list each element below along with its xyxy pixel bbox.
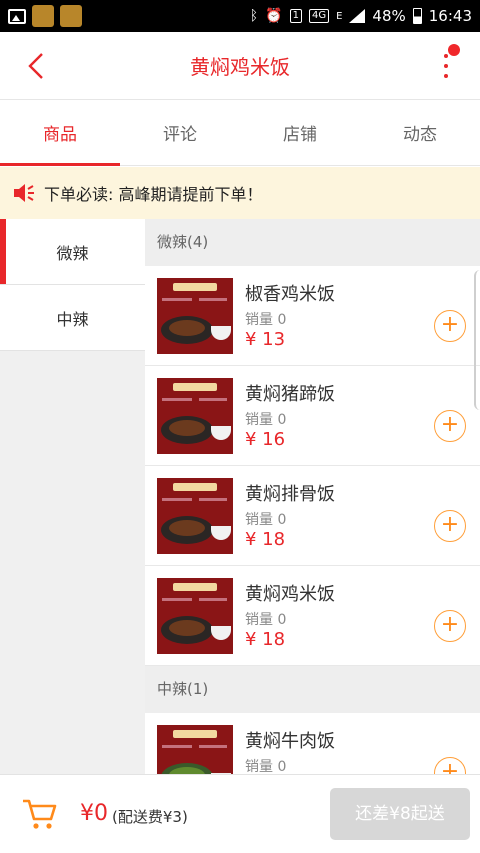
list-item[interactable]: 黄焖牛肉饭 销量 0 + <box>145 713 480 774</box>
app-header: 黄焖鸡米饭 <box>0 32 480 100</box>
tab-store[interactable]: 店铺 <box>240 100 360 165</box>
battery-icon <box>412 8 422 24</box>
clock: 16:43 <box>428 7 472 25</box>
tab-reviews[interactable]: 评论 <box>120 100 240 165</box>
alarm-icon: ⏰ <box>265 8 283 24</box>
list-item[interactable]: 黄焖排骨饭 销量 0 ¥ 18 + <box>145 466 480 566</box>
app-notification-icon <box>32 5 54 27</box>
product-sales: 销量 0 <box>245 612 287 628</box>
more-dot-icon <box>444 64 448 68</box>
gallery-icon <box>8 8 26 24</box>
product-name: 黄焖牛肉饭 <box>245 731 335 752</box>
product-list[interactable]: 微辣(4) 椒香鸡米饭 销量 0 ¥ 13 + 黄焖猪蹄饭 销量 0 ¥ 16 … <box>145 219 480 774</box>
add-to-cart-button[interactable]: + <box>434 757 466 774</box>
more-menu-button[interactable] <box>436 44 460 86</box>
product-sales: 销量 0 <box>245 412 287 428</box>
bluetooth-icon: ᛒ <box>249 8 259 24</box>
section-header: 中辣(1) <box>145 666 480 713</box>
add-to-cart-button[interactable]: + <box>434 410 466 442</box>
add-to-cart-button[interactable]: + <box>434 510 466 542</box>
notification-dot <box>448 44 460 56</box>
product-sales: 销量 0 <box>245 512 287 528</box>
cart-total: ¥0 <box>80 801 108 826</box>
product-price: ¥ 18 <box>245 629 286 650</box>
more-dot-icon <box>444 54 448 58</box>
section-header: 微辣(4) <box>145 219 480 266</box>
status-bar: ᛒ ⏰ 1 4G E 48% 16:43 <box>0 0 480 32</box>
product-price: ¥ 13 <box>245 329 286 350</box>
app-notification-icon-2 <box>60 5 82 27</box>
product-name: 黄焖排骨饭 <box>245 484 335 505</box>
more-dot-icon <box>444 74 448 78</box>
page-title: 黄焖鸡米饭 <box>190 55 290 79</box>
cart-bar: ¥0 (配送费¥3) 还差¥8起送 <box>0 774 480 853</box>
tab-bar: 商品 评论 店铺 动态 <box>0 100 480 166</box>
add-to-cart-button[interactable]: + <box>434 310 466 342</box>
list-item[interactable]: 椒香鸡米饭 销量 0 ¥ 13 + <box>145 266 480 366</box>
list-item[interactable]: 黄焖鸡米饭 销量 0 ¥ 18 + <box>145 566 480 666</box>
list-item[interactable]: 黄焖猪蹄饭 销量 0 ¥ 16 + <box>145 366 480 466</box>
data-indicator: E <box>336 10 343 22</box>
network-type-icon: 4G <box>308 9 330 23</box>
notice-banner: 下单必读: 高峰期请提前下单！ <box>0 167 480 219</box>
shopping-cart-icon[interactable] <box>22 797 58 831</box>
tab-updates[interactable]: 动态 <box>360 100 480 165</box>
category-sidebar: 微辣 中辣 <box>0 219 145 774</box>
product-name: 椒香鸡米饭 <box>245 284 335 305</box>
notice-text: 下单必读: 高峰期请提前下单！ <box>44 185 263 204</box>
product-image <box>157 478 233 554</box>
delivery-fee: (配送费¥3) <box>112 808 188 826</box>
product-sales: 销量 0 <box>245 759 287 774</box>
product-name: 黄焖鸡米饭 <box>245 584 335 605</box>
add-to-cart-button[interactable]: + <box>434 610 466 642</box>
product-image <box>157 725 233 774</box>
product-image <box>157 378 233 454</box>
product-name: 黄焖猪蹄饭 <box>245 384 335 405</box>
speaker-icon <box>14 184 34 202</box>
product-price: ¥ 18 <box>245 529 286 550</box>
product-image <box>157 578 233 654</box>
checkout-button[interactable]: 还差¥8起送 <box>330 788 470 840</box>
battery-percent: 48% <box>372 7 406 25</box>
back-arrow-icon[interactable] <box>22 50 54 82</box>
category-mild[interactable]: 微辣 <box>0 219 145 285</box>
signal-icon <box>349 9 366 23</box>
category-medium[interactable]: 中辣 <box>0 285 145 351</box>
product-image <box>157 278 233 354</box>
product-price: ¥ 16 <box>245 429 286 450</box>
tab-products[interactable]: 商品 <box>0 100 120 166</box>
sim-icon: 1 <box>289 9 302 23</box>
scroll-edge-indicator <box>474 270 480 410</box>
product-sales: 销量 0 <box>245 312 287 328</box>
